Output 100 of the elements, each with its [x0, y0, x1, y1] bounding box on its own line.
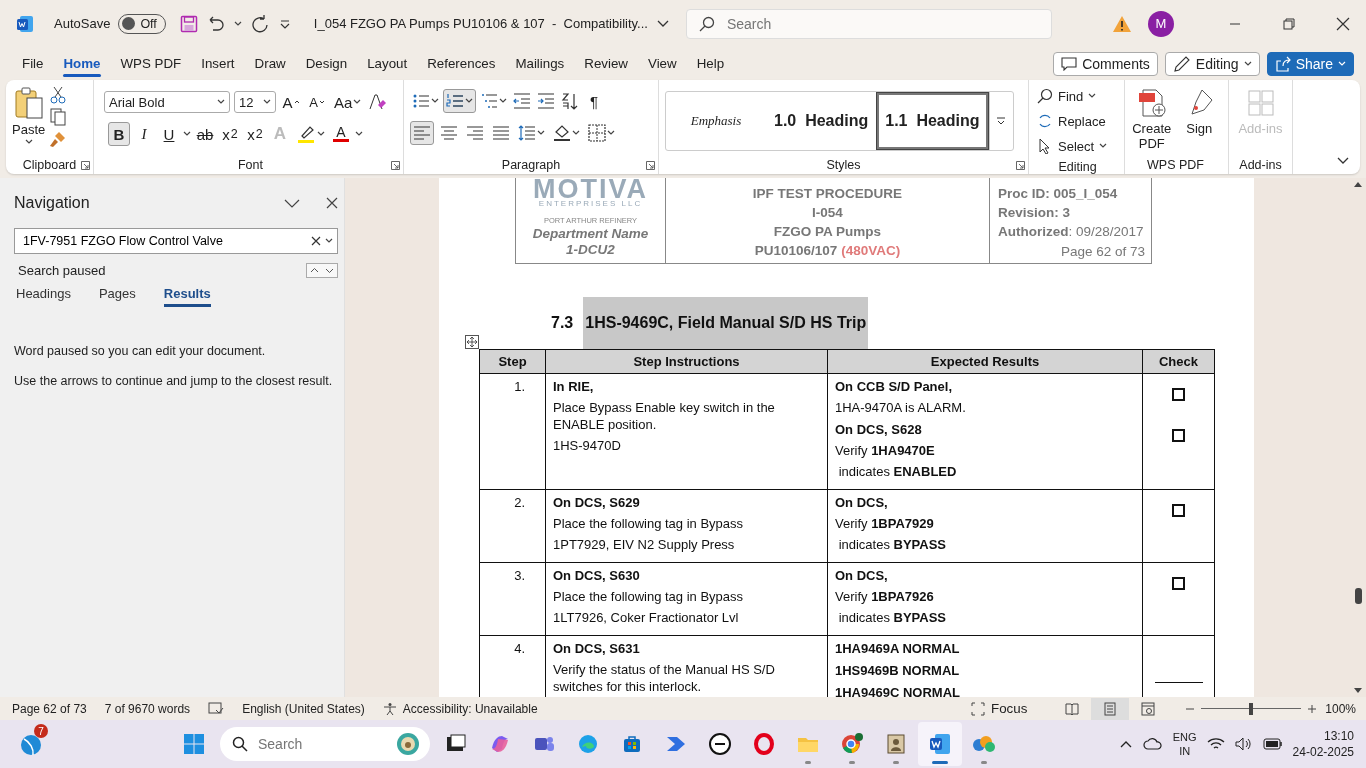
search-field[interactable]: Search — [685, 8, 1052, 39]
numbered-list-button[interactable] — [443, 89, 476, 113]
pane-tab[interactable]: Pages — [98, 286, 136, 307]
close-icon[interactable] — [326, 197, 338, 209]
ribbon-swirl-icon[interactable] — [489, 733, 511, 755]
view-button[interactable] — [1091, 697, 1130, 720]
format-button[interactable]: I — [133, 122, 155, 146]
cluster-icon[interactable] — [971, 733, 997, 755]
caret-icon[interactable] — [431, 98, 439, 104]
editing-mode-button[interactable]: Editing — [1164, 51, 1260, 76]
close-icon[interactable] — [1336, 16, 1350, 31]
save-icon[interactable] — [179, 14, 198, 33]
chevron-down-icon[interactable] — [284, 198, 300, 208]
circle-logo-icon[interactable] — [708, 732, 732, 756]
battery-icon[interactable] — [1262, 738, 1283, 750]
shrink-font-button[interactable]: A — [306, 90, 328, 114]
shopping-bag-icon[interactable] — [621, 733, 643, 755]
cloud-sync-icon[interactable] — [1142, 736, 1163, 752]
menu-tab[interactable]: File — [12, 50, 54, 77]
scrollbar-thumb[interactable] — [1354, 588, 1362, 604]
menu-tab[interactable]: Help — [686, 50, 735, 77]
caret-icon[interactable] — [572, 130, 580, 136]
find-button[interactable]: Find — [1037, 84, 1118, 108]
dialog-launcher-icon[interactable] — [1016, 161, 1025, 170]
language-status[interactable]: English (United States) — [242, 701, 365, 716]
scroll-down-icon[interactable] — [1353, 687, 1363, 695]
search-input[interactable]: Search — [256, 735, 380, 753]
chevron-down-icon[interactable] — [655, 18, 670, 29]
style-option[interactable]: 1.1 Heading — [876, 92, 989, 150]
menu-tab[interactable]: View — [638, 50, 687, 77]
focus-button[interactable]: Focus — [971, 701, 1028, 716]
caret-icon[interactable] — [263, 99, 271, 105]
style-option[interactable]: 1.0 Heading — [766, 92, 877, 150]
accessibility-status[interactable]: Accessibility: Unavailable — [402, 701, 538, 716]
collapse-ribbon-icon[interactable] — [1336, 156, 1350, 166]
warning-icon[interactable] — [1112, 14, 1132, 33]
user-avatar[interactable]: M — [1148, 10, 1174, 37]
show-marks-button[interactable]: ¶ — [583, 89, 605, 113]
checkbox[interactable] — [1172, 504, 1185, 517]
menu-tab[interactable]: Draw — [244, 50, 296, 77]
proofing-icon[interactable] — [208, 701, 225, 716]
caret-icon[interactable] — [355, 131, 363, 137]
caret-icon[interactable] — [233, 20, 242, 27]
system-clock[interactable]: 13:10 24-02-2025 — [1292, 728, 1354, 760]
copy-icon[interactable] — [49, 108, 68, 126]
word-count[interactable]: 7 of 9670 words — [104, 701, 191, 716]
align-left-button[interactable] — [410, 121, 434, 145]
replace-button[interactable]: Replace — [1037, 109, 1118, 133]
caret-icon[interactable] — [465, 98, 473, 104]
dialog-launcher-icon[interactable] — [81, 161, 90, 170]
paste-button[interactable]: Paste — [12, 84, 46, 156]
ring-logo-icon[interactable] — [753, 733, 775, 755]
format-button[interactable]: B — [108, 122, 130, 146]
caret-icon[interactable] — [499, 98, 507, 104]
redo-icon[interactable] — [249, 13, 270, 34]
search-field[interactable]: 1FV-7951 FZGO Flow Control Valve — [14, 228, 338, 254]
caret-icon[interactable] — [317, 131, 325, 137]
scroll-up-icon[interactable] — [1353, 180, 1363, 188]
style-option[interactable]: Emphasis — [666, 92, 766, 150]
chevron-up-icon[interactable] — [1118, 739, 1133, 749]
sign-button[interactable]: Sign — [1176, 84, 1222, 156]
caret-icon[interactable] — [1243, 60, 1252, 67]
menu-tab[interactable]: References — [417, 50, 506, 77]
caret-icon[interactable] — [537, 130, 545, 136]
wifi-icon[interactable] — [1206, 737, 1225, 751]
dialog-launcher-icon[interactable] — [646, 161, 655, 170]
word-document-icon[interactable] — [928, 732, 952, 756]
menu-tab[interactable]: Review — [574, 50, 638, 77]
search-input[interactable]: 1FV-7951 FZGO Flow Control Valve — [21, 233, 307, 249]
checkbox[interactable] — [1172, 577, 1185, 590]
windows-start-icon[interactable] — [183, 733, 205, 755]
font-name-field[interactable]: Arial Bold — [104, 91, 230, 113]
grow-font-button[interactable]: A — [280, 90, 302, 114]
format-painter-icon[interactable] — [49, 130, 68, 148]
menu-tab[interactable]: Insert — [191, 50, 245, 77]
clear-formatting-icon[interactable] — [367, 92, 388, 112]
menu-tab[interactable]: Design — [295, 50, 358, 77]
clear-icon[interactable] — [311, 236, 321, 246]
caret-icon[interactable] — [1088, 93, 1097, 99]
input-language[interactable]: ENG IN — [1172, 730, 1197, 758]
checkbox[interactable] — [1172, 388, 1185, 401]
font-color-button[interactable]: A — [330, 122, 352, 146]
table-move-handle-icon[interactable] — [465, 335, 479, 349]
caret-icon[interactable] — [353, 99, 362, 105]
borders-button[interactable] — [586, 121, 617, 145]
checkbox[interactable] — [1172, 429, 1185, 442]
cut-icon[interactable] — [49, 86, 68, 104]
portrait-frame-icon[interactable] — [885, 733, 907, 755]
zoom-in-icon[interactable] — [1307, 703, 1318, 714]
caret-icon[interactable] — [24, 139, 33, 145]
comments-button[interactable]: Comments — [1053, 51, 1158, 76]
pane-tab[interactable]: Headings — [16, 286, 71, 307]
share-button[interactable]: Share — [1266, 51, 1354, 76]
format-button[interactable]: U — [158, 122, 180, 146]
menu-tab[interactable]: WPS PDF — [110, 50, 192, 77]
menu-tab[interactable]: Home — [53, 50, 111, 77]
maximize-icon[interactable] — [1283, 17, 1295, 30]
pane-tab[interactable]: Results — [163, 286, 211, 307]
format-button[interactable]: ab — [194, 122, 216, 146]
caret-icon[interactable] — [217, 99, 225, 105]
